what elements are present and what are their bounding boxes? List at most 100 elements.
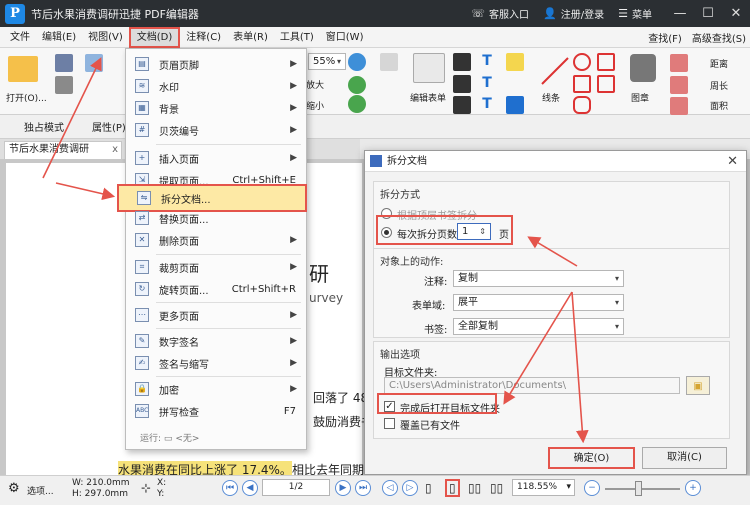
ok-button[interactable]: 确定(O) — [548, 447, 635, 469]
typewriter-icon[interactable]: T — [478, 53, 496, 71]
main-menu-button[interactable]: ☰ 菜单 — [618, 6, 652, 21]
audio-icon[interactable] — [506, 96, 524, 114]
crop-icon: ⌗ — [135, 260, 149, 274]
menu-item-delete-pages[interactable]: ✕ 删除页面 ▶ — [126, 229, 306, 251]
callout-icon[interactable]: T — [478, 75, 496, 93]
menu-window[interactable]: 窗口(W) — [320, 27, 370, 48]
menu-comment[interactable]: 注释(C) — [180, 27, 227, 48]
text-tool-icon[interactable] — [380, 53, 398, 71]
header-footer-icon: ▤ — [135, 57, 149, 71]
save-icon[interactable] — [55, 54, 73, 72]
rotate-icon[interactable] — [348, 76, 366, 94]
area-label[interactable]: 面积 — [710, 99, 728, 112]
browse-folder-button[interactable]: ▣ — [686, 376, 710, 395]
menu-item-replace-pages[interactable]: ⇄ 替换页面... — [126, 207, 306, 229]
menu-item-insert-page[interactable]: + 插入页面 ▶ — [126, 147, 306, 169]
dialog-close-button[interactable]: ✕ — [727, 151, 738, 172]
service-entry[interactable]: ☏ 客服入口 — [471, 6, 529, 21]
note-icon[interactable] — [506, 53, 524, 71]
go-forward-icon[interactable]: ▷ — [402, 480, 418, 496]
menu-item-more-pages[interactable]: ⋯ 更多页面 ▶ — [126, 304, 306, 326]
edit-form-icon[interactable] — [413, 53, 445, 83]
distance-label[interactable]: 距离 — [710, 57, 728, 70]
menu-item-background[interactable]: ▦ 背景 ▶ — [126, 97, 306, 119]
polygon-tool-icon[interactable] — [597, 75, 615, 93]
overwrite-checkbox[interactable] — [384, 418, 395, 429]
line-label[interactable]: 线条 — [542, 91, 560, 104]
distance-icon[interactable] — [670, 54, 688, 72]
open-folder-icon[interactable] — [8, 56, 38, 82]
zoom-out-icon[interactable]: − — [584, 480, 600, 496]
menu-edit[interactable]: 编辑(E) — [36, 27, 82, 48]
facing-continuous-view-icon[interactable]: ▯▯ — [490, 481, 503, 495]
exclusive-mode-button[interactable]: 独占模式 — [24, 119, 64, 134]
page-number-input[interactable]: 1/2 — [262, 479, 330, 496]
notes-select[interactable]: 复制 ▾ — [453, 270, 624, 287]
document-tab[interactable]: 节后水果消费调研 x — [4, 141, 122, 159]
menu-document[interactable]: 文档(D) — [128, 26, 181, 48]
zoom-in-icon[interactable] — [348, 53, 366, 71]
menu-item-crop-pages[interactable]: ⌗ 裁剪页面 ▶ — [126, 256, 306, 278]
cloud-tool-icon[interactable] — [573, 96, 591, 114]
stamp-label[interactable]: 图章 — [631, 91, 649, 104]
close-tab-icon[interactable]: x — [112, 142, 118, 158]
facing-view-icon[interactable]: ▯▯ — [468, 481, 481, 495]
form-field-icon-2[interactable] — [453, 75, 471, 93]
bookmark-select[interactable]: 全部复制 ▾ — [453, 318, 624, 335]
textbox-icon[interactable]: T — [478, 96, 496, 114]
menu-item-bates[interactable]: # 贝茨编号 ▶ — [126, 119, 306, 141]
cancel-button[interactable]: 取消(C) — [642, 447, 727, 469]
target-folder-path[interactable]: C:\Users\Administrator\Documents\ — [384, 377, 680, 394]
zoom-out-label[interactable]: 缩小 — [306, 99, 324, 112]
zoom-level-select[interactable]: 118.55% ▾ — [512, 479, 575, 496]
menu-item-watermark[interactable]: ≋ 水印 ▶ — [126, 75, 306, 97]
menu-item-header-footer[interactable]: ▤ 页眉页脚 ▶ — [126, 53, 306, 75]
perimeter-label[interactable]: 周长 — [710, 79, 728, 92]
menu-form[interactable]: 表单(R) — [227, 27, 274, 48]
zoom-in-label[interactable]: 放大 — [306, 78, 324, 91]
zoom-slider-handle[interactable] — [635, 481, 642, 496]
pentagon-tool-icon[interactable] — [597, 53, 615, 71]
edit-form-label[interactable]: 编辑表单 — [410, 91, 446, 104]
perimeter-icon[interactable] — [670, 76, 688, 94]
continuous-view-icon[interactable]: ▯ — [445, 479, 460, 497]
gear-icon[interactable]: ⚙ — [8, 481, 20, 496]
previous-page-icon[interactable]: ◀ — [242, 480, 258, 496]
menu-item-spell-check[interactable]: ABC 拼写检查 F7 — [126, 400, 306, 422]
last-page-icon[interactable]: ⏭ — [355, 480, 371, 496]
minimize-button[interactable]: — — [666, 6, 694, 21]
single-page-view-icon[interactable]: ▯ — [425, 481, 432, 495]
line-tool-icon[interactable] — [540, 56, 570, 86]
options-button[interactable]: 选项... — [27, 484, 54, 497]
go-back-icon[interactable]: ◁ — [382, 480, 398, 496]
stamp-icon[interactable] — [630, 54, 656, 82]
form-field-icon-3[interactable] — [453, 96, 471, 114]
first-page-icon[interactable]: ⏮ — [222, 480, 238, 496]
menu-item-sign-initials[interactable]: ✍ 签名与缩写 ▶ — [126, 352, 306, 374]
menu-item-digital-signature[interactable]: ✎ 数字签名 ▶ — [126, 330, 306, 352]
next-page-icon[interactable]: ▶ — [335, 480, 351, 496]
close-window-button[interactable]: ✕ — [722, 6, 750, 21]
rectangle-tool-icon[interactable] — [573, 75, 591, 93]
menu-item-rotate-pages[interactable]: ↻ 旋转页面... Ctrl+Shift+R — [126, 278, 306, 300]
doc-text-title: 研 — [309, 262, 329, 286]
zoom-slider-track[interactable] — [605, 488, 680, 490]
area-icon[interactable] — [670, 97, 688, 115]
circle-tool-icon[interactable] — [573, 53, 591, 71]
menu-file[interactable]: 文件 — [0, 27, 36, 48]
zoom-in-icon[interactable]: + — [685, 480, 701, 496]
form-field-select[interactable]: 展平 ▾ — [453, 294, 624, 311]
undo-icon[interactable] — [348, 95, 366, 113]
hand-tool-icon[interactable] — [85, 54, 103, 72]
find-button[interactable]: 查找(F) — [648, 30, 682, 45]
login-button[interactable]: 👤 注册/登录 — [543, 6, 604, 21]
open-button-label[interactable]: 打开(O)... — [6, 91, 47, 104]
print-icon[interactable] — [55, 76, 73, 94]
menu-item-encrypt[interactable]: 🔒 加密 ▶ — [126, 378, 306, 400]
form-field-icon[interactable] — [453, 53, 471, 71]
zoom-select[interactable]: 55% ▾ — [308, 53, 346, 70]
menu-tools[interactable]: 工具(T) — [274, 27, 320, 48]
advanced-find-button[interactable]: 高级查找(S) — [692, 30, 746, 45]
menu-view[interactable]: 视图(V) — [82, 27, 129, 48]
maximize-button[interactable]: ☐ — [694, 6, 722, 21]
